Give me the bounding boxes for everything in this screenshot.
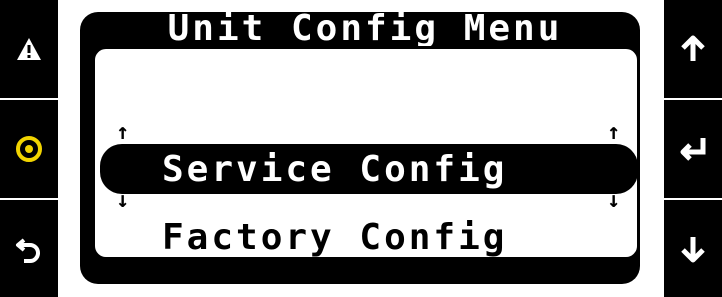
scroll-up-indicator-left: ↑ — [116, 120, 130, 145]
right-keypad — [664, 0, 722, 297]
menu-title: Unit Config Menu — [167, 7, 563, 49]
menu-item-factory-config[interactable]: Factory Config — [100, 212, 638, 262]
menu-item-label: Factory Config — [162, 216, 508, 258]
back-key[interactable] — [0, 200, 58, 297]
status-key[interactable] — [0, 100, 58, 198]
left-keypad — [0, 0, 58, 297]
arrow-up-icon — [681, 35, 705, 61]
target-icon — [16, 136, 42, 162]
menu-item-label: Service Config — [162, 148, 508, 190]
alarm-key[interactable] — [0, 0, 58, 98]
arrow-down-icon — [681, 236, 705, 262]
down-key[interactable] — [664, 200, 722, 297]
scroll-down-indicator-left: ↓ — [116, 188, 130, 213]
scroll-up-indicator-right: ↑ — [607, 120, 621, 145]
warning-icon — [17, 38, 41, 60]
back-arrow-icon — [16, 237, 40, 263]
up-key[interactable] — [664, 0, 722, 98]
menu-item-service-config[interactable]: Service Config — [100, 144, 638, 194]
enter-icon — [680, 138, 706, 161]
scroll-down-indicator-right: ↓ — [607, 188, 621, 213]
enter-key[interactable] — [664, 100, 722, 198]
